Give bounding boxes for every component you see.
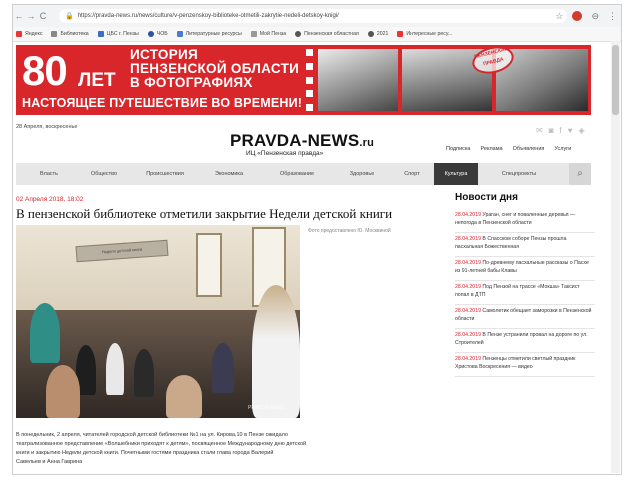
site-logo-subtitle: ИЦ «Пензенская правда»: [246, 150, 324, 157]
news-item[interactable]: 28.04.2019 Пензенцы отметили светлый пра…: [455, 353, 595, 377]
bookmark-item[interactable]: ЦБС г. Пензы: [97, 31, 139, 37]
facebook-icon[interactable]: f: [560, 126, 562, 135]
article-date: 02 Апреля 2018, 18:02: [16, 196, 84, 203]
bookmark-item[interactable]: Пензенская областная: [295, 31, 359, 37]
nav-item-society[interactable]: Общество: [76, 163, 132, 185]
bookmark-item[interactable]: Интересные ресу...: [397, 31, 452, 37]
globe-icon: [295, 31, 302, 37]
photo-person: [30, 303, 60, 363]
header-link-services[interactable]: Услуги: [554, 146, 571, 152]
news-item[interactable]: 28.04.2019 В Спасском соборе Пензы прошл…: [455, 233, 595, 257]
vk-icon[interactable]: ♥: [568, 126, 573, 135]
globe-icon: [367, 31, 374, 37]
photo-person: [46, 365, 80, 418]
ok-icon[interactable]: ◙: [549, 126, 554, 135]
nav-item-special[interactable]: Спецпроекты: [478, 163, 560, 185]
news-item[interactable]: 28.04.2019 В Пензе устранили провал на д…: [455, 329, 595, 353]
photo-person: [106, 343, 124, 395]
nav-item-education[interactable]: Образование: [260, 163, 334, 185]
sidebar-title: Новости дня: [455, 192, 518, 203]
browser-toolbar: ← → C 🔒 https://pravda-news.ru/news/cult…: [13, 5, 621, 27]
banner-photo: [318, 49, 398, 111]
nav-item-health[interactable]: Здоровье: [334, 163, 390, 185]
nav-item-economy[interactable]: Экономика: [198, 163, 260, 185]
bookmark-item[interactable]: Яндекс: [16, 31, 42, 37]
nav-item-culture[interactable]: Культура: [434, 163, 478, 185]
bookmark-item[interactable]: 2021: [367, 31, 388, 37]
menu-icon[interactable]: ⋮: [608, 11, 617, 22]
news-item[interactable]: 28.04.2019 Под Пензой на трассе «Мокша» …: [455, 281, 595, 305]
back-icon[interactable]: ←: [13, 5, 25, 27]
article-title: В пензенской библиотеке отметили закрыти…: [16, 206, 393, 221]
url-text: https://pravda-news.ru/news/culture/v-pe…: [77, 13, 339, 19]
main-nav: Власть Общество Происшествия Экономика О…: [16, 163, 591, 185]
s-icon: [397, 31, 404, 37]
banner-title: ИСТОРИЯ ПЕНЗЕНСКОЙ ОБЛАСТИ В ФОТОГРАФИЯХ: [130, 47, 300, 90]
nav-item-power[interactable]: Власть: [22, 163, 76, 185]
photo-person: [212, 343, 234, 393]
lock-icon: 🔒: [65, 13, 74, 20]
nav-item-sport[interactable]: Спорт: [390, 163, 434, 185]
scroll-thumb[interactable]: [612, 45, 619, 115]
header-links: Подписка Реклама Объявления Услуги: [446, 146, 571, 152]
forward-icon[interactable]: →: [25, 5, 37, 27]
site-logo[interactable]: PRAVDA-NEWS.ru: [230, 131, 374, 151]
page-icon: [97, 31, 104, 37]
banner-subtitle: НАСТОЯЩЕЕ ПУТЕШЕСТВИЕ ВО ВРЕМЕНИ!: [22, 96, 303, 110]
address-bar[interactable]: 🔒 https://pravda-news.ru/news/culture/v-…: [59, 9, 567, 23]
yandex-icon: [16, 31, 22, 37]
reload-icon[interactable]: C: [37, 5, 49, 27]
page-icon: [51, 31, 58, 37]
photo-person: [252, 285, 300, 418]
bookmark-item[interactable]: Библиотека: [51, 31, 89, 37]
star-icon[interactable]: ☆: [555, 11, 563, 22]
page-icon: [250, 31, 257, 37]
news-item[interactable]: 28.04.2019 Самолетик обещает заморозки в…: [455, 305, 595, 329]
browser-actions: ☆ ⊖ ⋮: [555, 5, 617, 27]
social-links: ✉ ◙ f ♥ ◈: [536, 126, 585, 135]
banner-number: 80: [22, 47, 68, 94]
photo-person: [134, 349, 154, 397]
article-body: В понедельник, 2 апреля, читателей город…: [16, 432, 307, 465]
banner-dots: [304, 49, 314, 111]
bookmark-item[interactable]: Мой Пенза: [250, 31, 286, 37]
globe-icon: [147, 31, 154, 37]
photo-person: [166, 375, 202, 418]
account-icon[interactable]: ⊖: [591, 11, 599, 22]
photo-caption: Фото предоставлено Ю. Москвиной: [308, 228, 391, 234]
header-link-subscribe[interactable]: Подписка: [446, 146, 471, 152]
bookmark-item[interactable]: Литературные ресурсы: [176, 31, 242, 37]
photo-window: [196, 233, 222, 297]
anniversary-banner[interactable]: 80 ЛЕТ ИСТОРИЯ ПЕНЗЕНСКОЙ ОБЛАСТИ В ФОТО…: [16, 45, 591, 115]
page-icon: [176, 31, 183, 37]
nav-item-incidents[interactable]: Происшествия: [132, 163, 198, 185]
header-date: 28 Апреля, воскресенье: [16, 124, 78, 130]
page-scrollbar[interactable]: [611, 41, 620, 473]
bookmark-item[interactable]: ЧОБ: [147, 31, 168, 37]
search-icon[interactable]: ⌕: [569, 163, 591, 185]
bookmarks-bar: Яндекс Библиотека ЦБС г. Пензы ЧОБ Литер…: [13, 27, 621, 42]
banner-years: ЛЕТ: [78, 70, 116, 91]
rss-icon[interactable]: ◈: [579, 126, 585, 135]
extension-icon[interactable]: [572, 11, 583, 21]
header-link-ads[interactable]: Реклама: [481, 146, 503, 152]
header-link-classifieds[interactable]: Объявления: [513, 146, 545, 152]
mail-icon[interactable]: ✉: [536, 126, 543, 135]
news-item[interactable]: 28.04.2019 Ураган, снег и поваленные дер…: [455, 209, 595, 233]
photo-watermark: PRAVDA-NEWS: [248, 405, 285, 411]
news-item[interactable]: 28.04.2019 По-древнему пасхальные расска…: [455, 257, 595, 281]
news-sidebar: Новости дня 28.04.2019 Ураган, снег и по…: [455, 192, 595, 377]
article-photo[interactable]: Неделя детской книги PRAVDA-NEWS: [16, 225, 300, 418]
